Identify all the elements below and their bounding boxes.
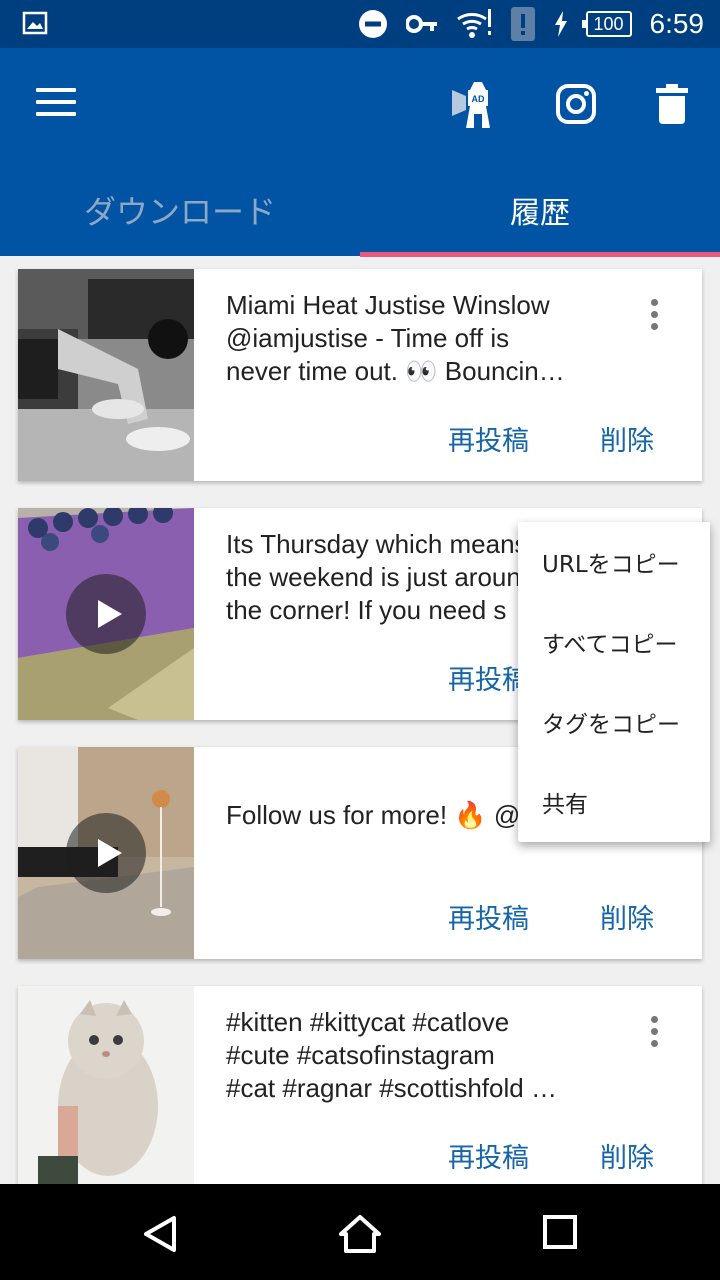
system-nav-bar <box>0 1184 720 1280</box>
battery-indicator: 100 <box>581 11 632 37</box>
tab-download[interactable]: ダウンロード <box>0 168 360 252</box>
delete-button[interactable]: 削除 <box>600 419 654 458</box>
menu-item-copy-url[interactable]: URLをコピー <box>518 522 710 602</box>
post-thumbnail[interactable] <box>18 986 194 1184</box>
menu-item-copy-tags[interactable]: タグをコピー <box>518 682 710 762</box>
repost-button[interactable]: 再投稿 <box>448 419 529 458</box>
ad-lighthouse-icon[interactable]: AD <box>452 80 496 128</box>
play-icon <box>66 574 146 654</box>
charging-icon <box>554 11 568 37</box>
recents-icon[interactable] <box>542 1214 578 1250</box>
do-not-disturb-icon <box>358 9 388 39</box>
tab-history[interactable]: 履歴 <box>360 168 720 252</box>
home-icon[interactable] <box>338 1214 382 1254</box>
repost-button[interactable]: 再投稿 <box>448 1136 529 1175</box>
menu-item-share[interactable]: 共有 <box>518 762 710 842</box>
more-options-icon[interactable] <box>644 299 664 339</box>
menu-icon[interactable] <box>36 88 76 120</box>
delete-button[interactable]: 削除 <box>600 897 654 936</box>
play-icon <box>66 813 146 893</box>
repost-button[interactable]: 再投稿 <box>448 897 529 936</box>
gallery-icon <box>22 11 48 35</box>
alert-icon <box>510 6 536 42</box>
repost-button[interactable]: 再投稿 <box>448 658 529 697</box>
post-thumbnail[interactable] <box>18 747 194 959</box>
trash-icon[interactable] <box>656 84 688 124</box>
post-caption: #kitten #kittycat #catlove #cute #catsof… <box>226 1007 557 1103</box>
app-bar: AD ダウンロード 履歴 <box>0 48 720 257</box>
tab-bar: ダウンロード 履歴 <box>0 168 720 257</box>
post-caption: Miami Heat Justise Winslow @iamjustise -… <box>226 290 565 386</box>
back-icon[interactable] <box>140 1214 180 1254</box>
instagram-icon[interactable] <box>556 84 596 124</box>
key-icon <box>405 14 438 34</box>
history-card[interactable]: Miami Heat Justise Winslow @iamjustise -… <box>18 269 702 481</box>
history-card[interactable]: #kitten #kittycat #catlove #cute #catsof… <box>18 986 702 1184</box>
svg-text:AD: AD <box>472 94 485 104</box>
wifi-icon <box>456 7 492 41</box>
delete-button[interactable]: 削除 <box>600 1136 654 1175</box>
context-menu: URLをコピー すべてコピー タグをコピー 共有 <box>518 522 710 842</box>
post-thumbnail[interactable] <box>18 269 194 481</box>
post-thumbnail[interactable] <box>18 508 194 720</box>
status-bar: 100 6:59 <box>0 0 720 48</box>
menu-item-copy-all[interactable]: すべてコピー <box>518 602 710 682</box>
more-options-icon[interactable] <box>644 1016 664 1056</box>
clock: 6:59 <box>649 8 705 39</box>
